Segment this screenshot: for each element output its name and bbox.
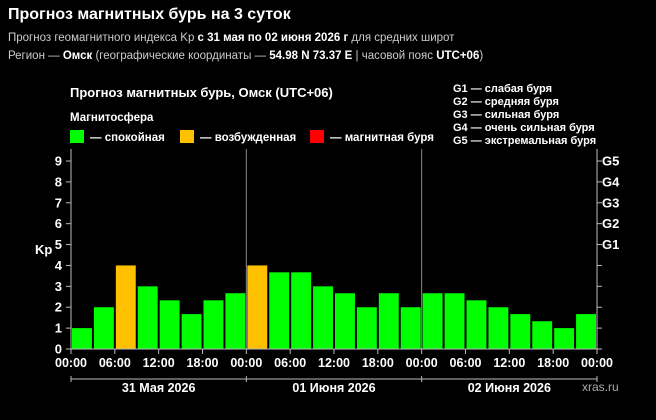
storm-level-label: G5 [602, 154, 619, 169]
kp-bar [291, 272, 312, 349]
region-info: Регион — Омск (географические координаты… [8, 50, 483, 62]
storm-scale-item: G3 — сильная буря [453, 109, 559, 121]
x-tick-label: 12:00 [493, 356, 525, 370]
x-tick-label: 00:00 [230, 356, 262, 370]
y-tick-label: 2 [55, 300, 62, 315]
legend: — спокойная — возбужденная — магнитная бур… [70, 130, 434, 144]
kp-bar [181, 314, 202, 349]
kp-bar [488, 307, 509, 349]
kp-bar [444, 293, 465, 349]
legend-label: — возбужденная [200, 132, 296, 144]
y-tick-label: 8 [55, 174, 62, 189]
kp-bar [225, 293, 246, 349]
chart-panel: Прогноз магнитных бурь, Омск (UTC+06) Ма… [0, 70, 656, 415]
axes: 0 1 2 3 4 5 6 7 8 9 G1 G2 G3 G4 G5 00:00 06:00 12:00 18:00… [55, 149, 620, 395]
storm-scale-item: G4 — очень сильная буря [453, 122, 595, 134]
region-info-end: ) [479, 50, 484, 62]
x-tick-label: 00:00 [55, 356, 87, 370]
y-tick-label: 7 [55, 195, 62, 210]
kp-bar [115, 265, 136, 349]
x-tick-label: 18:00 [187, 356, 219, 370]
legend-title: Магнитосфера [70, 112, 154, 124]
bars [72, 265, 596, 349]
kp-bar [554, 328, 575, 349]
x-tick-label: 06:00 [274, 356, 306, 370]
kp-bar [466, 300, 487, 349]
storm-scale-item: G2 — средняя буря [453, 96, 559, 108]
x-tick-label: 06:00 [450, 356, 482, 370]
y-tick-label: 6 [55, 216, 62, 231]
kp-bar [313, 286, 333, 349]
kp-bar [510, 314, 531, 349]
kp-bar [378, 293, 399, 349]
x-tick-label: 12:00 [318, 356, 350, 370]
kp-bar [93, 307, 114, 349]
kp-bar [532, 321, 553, 349]
kp-bar [203, 300, 224, 349]
y-tick-label: 4 [55, 258, 63, 273]
y-tick-label: 1 [55, 321, 62, 336]
forecast-period: с 31 мая по 02 июня 2026 г [197, 32, 349, 44]
x-tick-label: 00:00 [406, 356, 438, 370]
kp-bar [159, 300, 180, 349]
legend-swatch [70, 130, 84, 143]
x-tick-label: 12:00 [143, 356, 175, 370]
legend-swatch [180, 130, 194, 143]
legend-label: — спокойная [90, 132, 165, 144]
x-tick-label: 18:00 [537, 356, 569, 370]
forecast-desc-prefix: Прогноз геомагнитного индекса Kp [8, 32, 198, 44]
storm-level-label: G3 [602, 195, 619, 210]
region-name: Омск [62, 50, 93, 62]
y-tick-label: 5 [55, 237, 62, 252]
timezone-prefix: | часовой пояс [352, 50, 437, 62]
region-prefix: Регион — [8, 50, 63, 62]
storm-level-label: G1 [602, 237, 619, 252]
storm-level-label: G2 [602, 216, 619, 231]
kp-bar [356, 307, 377, 349]
y-tick-label: 0 [55, 342, 62, 357]
forecast-desc-suffix: для средних широт [348, 32, 455, 44]
y-tick-label: 3 [55, 279, 62, 294]
kp-bar [247, 265, 268, 349]
y-axis-label: Kp [35, 242, 52, 257]
y-tick-label: 9 [55, 154, 62, 169]
timezone: UTC+06 [436, 50, 480, 62]
kp-bar [72, 328, 92, 349]
kp-forecast-chart: Прогноз магнитных бурь, Омск (UTC+06) Ма… [35, 83, 620, 395]
legend-label: — магнитная буря [330, 132, 434, 144]
storm-scale-item: G5 — экстремальная буря [453, 135, 596, 147]
chart-title: Прогноз магнитных бурь, Омск (UTC+06) [70, 85, 333, 100]
region-coords-prefix: (географические координаты — [92, 50, 270, 62]
kp-bar [422, 293, 443, 349]
day-label: 02 Июня 2026 [468, 381, 551, 395]
watermark: xras.ru [582, 380, 619, 394]
kp-bar [335, 293, 355, 349]
storm-level-label: G4 [602, 174, 620, 189]
kp-bar [576, 314, 596, 349]
kp-bar [400, 307, 421, 349]
x-tick-label: 00:00 [581, 356, 613, 370]
storm-scale-legend: G1 — слабая буряG2 — средняя буряG3 — си… [453, 83, 596, 147]
kp-bar [137, 286, 158, 349]
day-label: 31 Мая 2026 [122, 381, 196, 395]
forecast-description: Прогноз геомагнитного индекса Kp с 31 ма… [8, 32, 454, 44]
day-label: 01 Июня 2026 [292, 381, 375, 395]
page-title: Прогноз магнитных бурь на 3 суток [8, 6, 291, 23]
legend-swatch [310, 130, 324, 143]
region-coords: 54.98 N 73.37 E [269, 50, 353, 62]
kp-bar [269, 272, 290, 349]
x-tick-label: 18:00 [362, 356, 394, 370]
x-tick-label: 06:00 [99, 356, 131, 370]
storm-scale-item: G1 — слабая буря [453, 83, 552, 95]
